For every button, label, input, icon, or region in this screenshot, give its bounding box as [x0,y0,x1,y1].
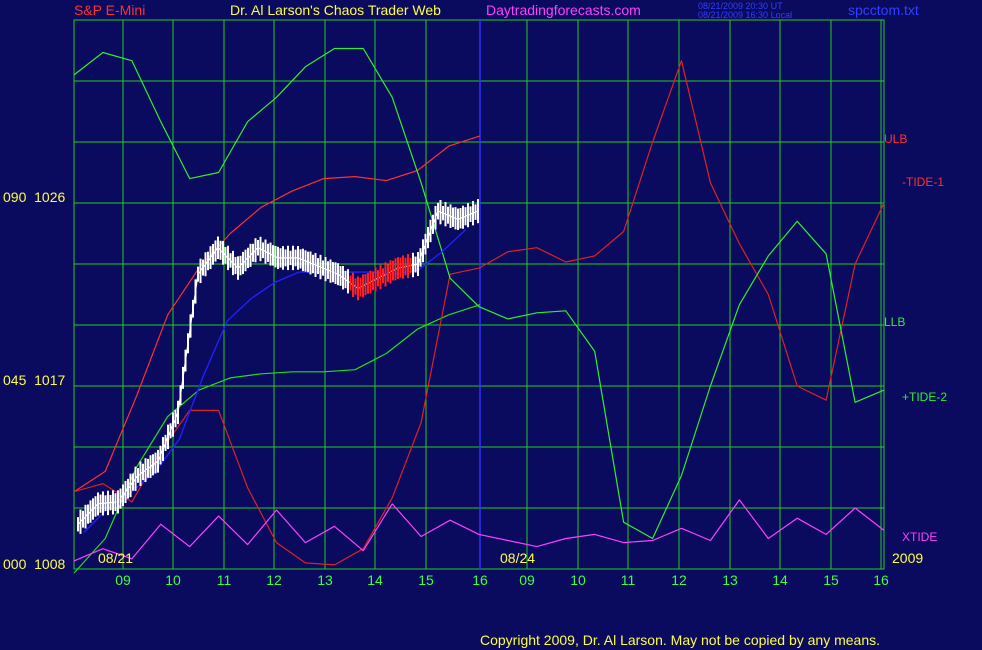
y-code: 000 [3,556,27,572]
date-label-0821: 08/21 [98,550,134,566]
series-line-llb [73,304,481,574]
y-label-1008: 000 1008 [3,556,65,572]
x-tick-label: 13 [317,572,333,588]
y-code: 045 [3,372,27,388]
series-line-xtide [73,499,885,562]
y-price: 1008 [34,556,66,572]
legend-tide2: +TIDE-2 [902,390,948,404]
copyright-notice: Copyright 2009, Dr. Al Larson. May not b… [480,632,881,648]
x-tick-label: 14 [367,572,383,588]
timestamp: 08/21/2009 20:30 UT 08/21/2009 16:30 Loc… [698,2,792,20]
x-tick-label: 11 [620,572,636,588]
date-label-year: 2009 [892,550,924,566]
date-label-0824: 08/24 [500,550,536,566]
y-label-1026: 090 1026 [3,189,65,205]
x-tick-label: 12 [671,572,687,588]
instrument-title: S&P E-Mini [74,2,146,18]
x-tick-label: 13 [722,572,738,588]
y-price: 1026 [34,189,66,205]
y-code: 090 [3,189,27,205]
legend-xtide: XTIDE [902,530,938,544]
x-tick-label: 12 [266,572,282,588]
site-name[interactable]: Daytradingforecasts.com [486,2,641,18]
chart-canvas [73,19,885,574]
chart-title: Dr. Al Larson's Chaos Trader Web [230,2,441,18]
x-tick-label: 10 [570,572,586,588]
y-price: 1017 [34,372,66,388]
x-tick-label: 09 [115,572,131,588]
price-bars [77,199,479,534]
data-file-name: spcctom.txt [848,2,919,18]
legend-ulb: ULB [884,132,908,146]
legend-llb: LLB [884,315,906,329]
timestamp-local: 08/21/2009 16:30 Local [698,10,793,20]
x-tick-label: 16 [472,572,488,588]
legend-tide1: -TIDE-1 [902,175,944,189]
x-tick-label: 09 [519,572,535,588]
chart-series [73,47,885,574]
x-tick-label: 16 [873,572,889,588]
x-tick-label: 10 [165,572,181,588]
x-tick-label: 14 [772,572,788,588]
x-tick-label: 15 [418,572,434,588]
y-label-1017: 045 1017 [3,372,65,388]
x-tick-label: 15 [823,572,839,588]
series-line-ulb [73,135,481,493]
x-tick-label: 11 [216,572,232,588]
